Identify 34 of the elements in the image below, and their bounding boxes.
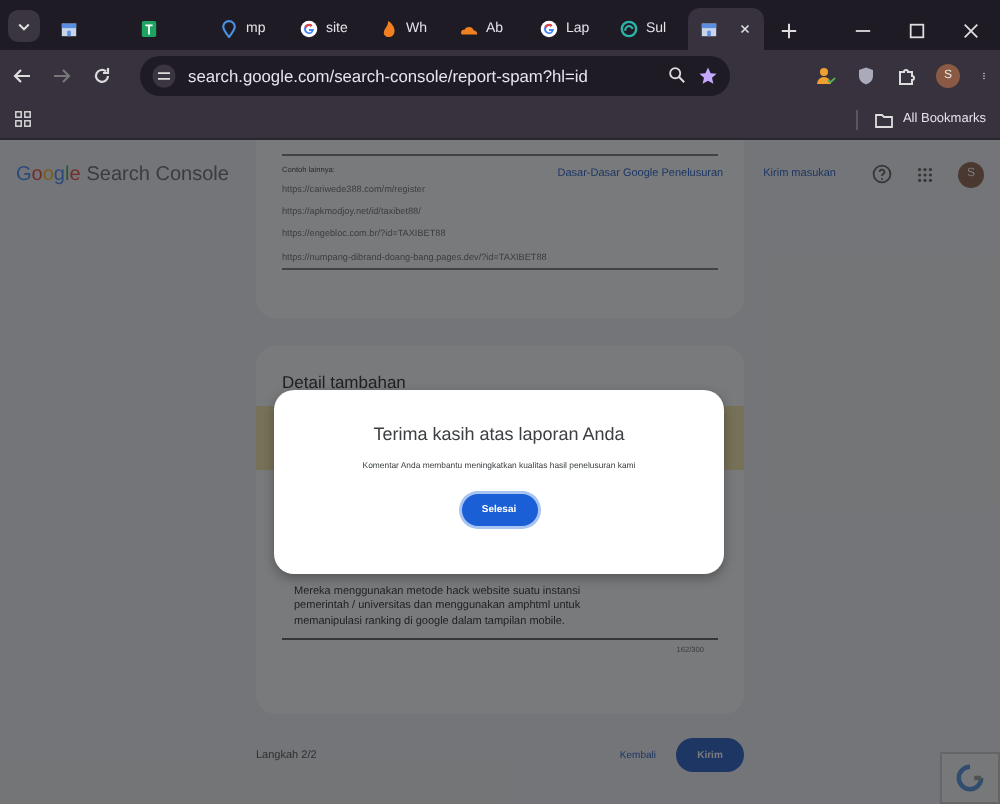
google-icon (540, 20, 558, 38)
zoom-icon[interactable] (668, 66, 686, 84)
maximize-icon[interactable] (908, 22, 926, 40)
help-icon[interactable] (872, 164, 892, 184)
store-icon (60, 20, 78, 38)
person-check-icon[interactable] (816, 65, 836, 85)
site-settings-icon (152, 63, 176, 87)
close-icon[interactable] (738, 22, 752, 36)
folder-icon[interactable] (874, 109, 895, 129)
product-name: Search Console (86, 163, 229, 185)
back-arrow-icon[interactable] (12, 65, 32, 85)
location-pin-icon (220, 20, 238, 38)
browser-tab[interactable] (688, 8, 764, 50)
recaptcha-icon (956, 764, 984, 792)
reload-icon[interactable] (92, 65, 112, 85)
plus-icon[interactable] (780, 22, 798, 40)
spreadsheet-icon (140, 20, 158, 38)
apps-icon[interactable] (916, 165, 934, 183)
dialog-title: Terima kasih atas laporan Anda (373, 424, 625, 444)
store-icon (700, 20, 718, 38)
caret-icon (16, 18, 32, 34)
forward-arrow-icon[interactable] (52, 65, 72, 85)
tab-search-button[interactable] (8, 10, 40, 42)
apps-grid-icon[interactable] (14, 110, 32, 128)
flame-icon (380, 20, 398, 38)
google-logo: Google (16, 163, 81, 185)
star-icon[interactable] (698, 65, 718, 85)
section-title: Detail tambahan (280, 370, 408, 392)
swirl-icon (620, 20, 638, 38)
puzzle-icon[interactable] (896, 65, 916, 85)
shield-icon[interactable] (856, 65, 876, 85)
close-icon[interactable] (962, 22, 980, 40)
address-bar[interactable]: search.google.com/search-console/report-spam?hl=id (140, 55, 730, 95)
google-icon (300, 20, 318, 38)
